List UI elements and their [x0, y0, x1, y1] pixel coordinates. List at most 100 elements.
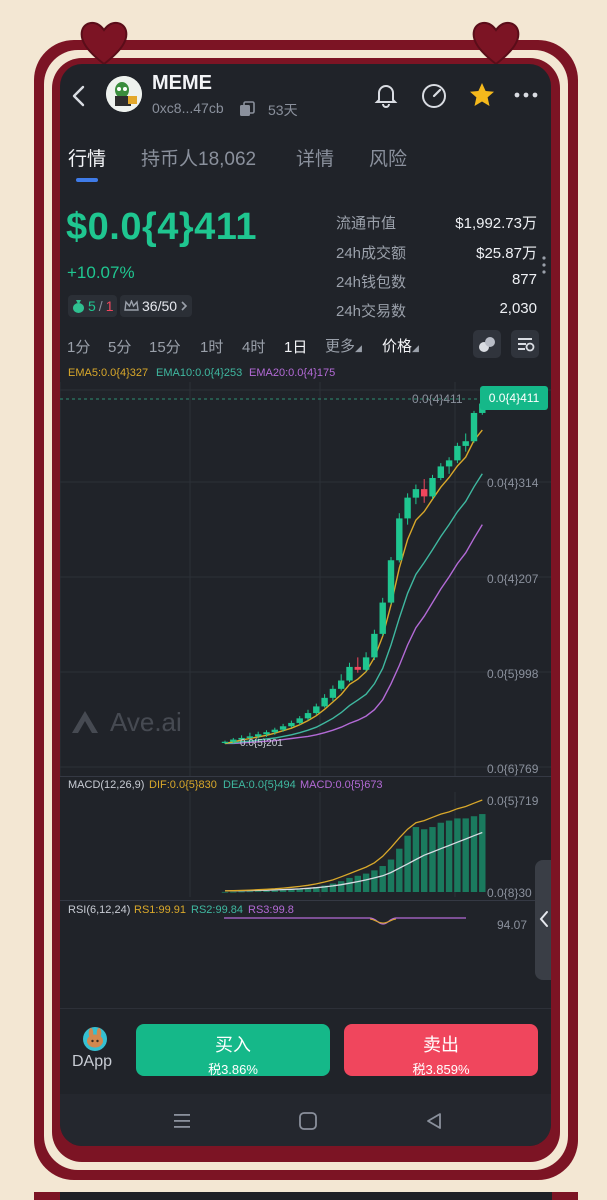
interval-1m[interactable]: 1分	[67, 336, 90, 357]
stat-value-volume: $25.87万	[476, 245, 537, 262]
buy-label: 买入	[215, 1035, 251, 1055]
candle-body	[263, 732, 270, 735]
copy-icon[interactable]	[238, 100, 256, 118]
candle-body	[437, 466, 444, 478]
candle-body	[296, 718, 303, 723]
rsi-axis-label: 94.07	[497, 918, 528, 932]
candle-body	[470, 412, 478, 442]
ave-logo-icon	[72, 711, 98, 733]
sell-tax: 税3.859%	[412, 1062, 470, 1077]
macd-bar	[396, 848, 403, 892]
macd-chart[interactable]	[60, 792, 551, 897]
dapp-label[interactable]: DApp	[72, 1053, 112, 1071]
indicator-icon	[479, 337, 495, 352]
candle-body	[454, 445, 461, 461]
stat-label-mcap: 流通市值	[336, 215, 397, 232]
indicator-button[interactable]	[473, 330, 501, 358]
speed-gauge-icon[interactable]	[419, 81, 449, 111]
macd-axis-bottom: 0.0{8}30	[487, 886, 532, 900]
rsi-chart[interactable]	[220, 910, 470, 930]
tab-holders[interactable]: 持币人18,062	[141, 144, 256, 171]
candle-body	[379, 602, 386, 634]
recent-apps-icon[interactable]	[172, 1112, 192, 1130]
macd-bar	[387, 859, 395, 892]
candle-body	[255, 734, 262, 737]
watermark-text: Ave.ai	[110, 706, 182, 737]
current-price: $0.0{4}411	[66, 206, 257, 248]
candle-body	[412, 489, 420, 498]
stat-value-txs: 2,030	[499, 300, 537, 317]
chart-settings-button[interactable]	[511, 330, 539, 358]
last-price-line-label: 0.0{4}411	[412, 392, 463, 406]
heart-icon	[80, 22, 128, 66]
ema10-legend: EMA10:0.0{4}253	[156, 367, 243, 379]
candle-body	[230, 739, 237, 742]
tab-active-indicator	[76, 178, 98, 182]
stat-value-wallets: 877	[511, 271, 537, 288]
stat-label-volume: 24h成交额	[336, 245, 407, 262]
ema20-legend: EMA20:0.0{4}175	[249, 367, 336, 379]
caret-down-icon: ◢	[355, 343, 362, 353]
drag-handle-icon[interactable]	[541, 255, 547, 275]
macd-bar	[221, 891, 229, 893]
home-icon[interactable]	[298, 1111, 318, 1131]
candle-body	[387, 560, 395, 603]
macd-bar	[246, 891, 254, 893]
candle-body	[462, 441, 469, 446]
crown-icon	[124, 300, 139, 311]
macd-bar	[271, 890, 278, 892]
macd-bar	[479, 814, 486, 892]
macd-bar	[470, 816, 478, 892]
macd-bar	[437, 822, 444, 892]
candle-body	[429, 477, 436, 497]
macd-bar	[279, 890, 287, 892]
caret-down-icon: ◢	[412, 343, 419, 353]
badge-dev-count: 5	[88, 298, 96, 314]
tab-details[interactable]: 详情	[296, 144, 334, 171]
price-axis-label: 0.0{6}769	[487, 762, 539, 776]
macd-bar	[362, 873, 370, 892]
interval-5m[interactable]: 5分	[108, 336, 131, 357]
more-icon[interactable]	[514, 91, 538, 99]
sell-button[interactable]: 卖出 税3.859%	[344, 1024, 538, 1077]
macd-bar	[454, 818, 461, 892]
interval-1h[interactable]: 1时	[200, 336, 223, 357]
chevron-right-icon	[181, 301, 188, 311]
settings-icon	[518, 338, 535, 352]
candle-body	[271, 729, 278, 733]
macd-bar	[263, 890, 270, 892]
bell-icon[interactable]	[372, 81, 400, 109]
macd-dea: DEA:0.0{5}494	[223, 779, 296, 791]
candle-body	[354, 666, 361, 670]
price-mode-label: 价格	[382, 338, 413, 355]
current-price-tag: 0.0{4}411	[480, 386, 548, 410]
candle-body	[371, 633, 378, 658]
badge-dev[interactable]: 5/1	[68, 295, 118, 317]
nav-back-icon[interactable]	[424, 1111, 444, 1131]
interval-more[interactable]: 更多◢	[325, 335, 362, 356]
interval-4h[interactable]: 4时	[242, 336, 265, 357]
candle-body	[329, 688, 337, 698]
rsi-1: RS1:99.91	[134, 904, 186, 916]
interval-15m[interactable]: 15分	[149, 336, 181, 357]
candle-body	[313, 706, 320, 714]
tab-risk[interactable]: 风险	[369, 144, 407, 171]
price-mode-select[interactable]: 价格◢	[382, 335, 419, 356]
interval-1d[interactable]: 1日	[284, 336, 307, 357]
dapp-icon[interactable]	[80, 1024, 110, 1054]
ema20-line	[225, 524, 483, 745]
ema10-line	[224, 473, 483, 745]
badge-top-holders[interactable]: 36/50	[120, 295, 193, 317]
side-panel-handle[interactable]	[535, 860, 551, 980]
buy-button[interactable]: 买入 税3.86%	[136, 1024, 330, 1077]
candle-body	[304, 713, 312, 719]
tab-market[interactable]: 行情	[68, 144, 106, 171]
macd-bar	[429, 827, 436, 892]
macd-title: MACD(12,26,9)	[68, 779, 145, 791]
star-icon[interactable]	[468, 81, 496, 109]
system-nav-bar	[60, 1094, 551, 1146]
candle-body	[288, 722, 295, 727]
back-icon[interactable]	[70, 84, 88, 108]
ave-watermark: Ave.ai	[68, 705, 182, 739]
macd-bar	[371, 870, 378, 892]
